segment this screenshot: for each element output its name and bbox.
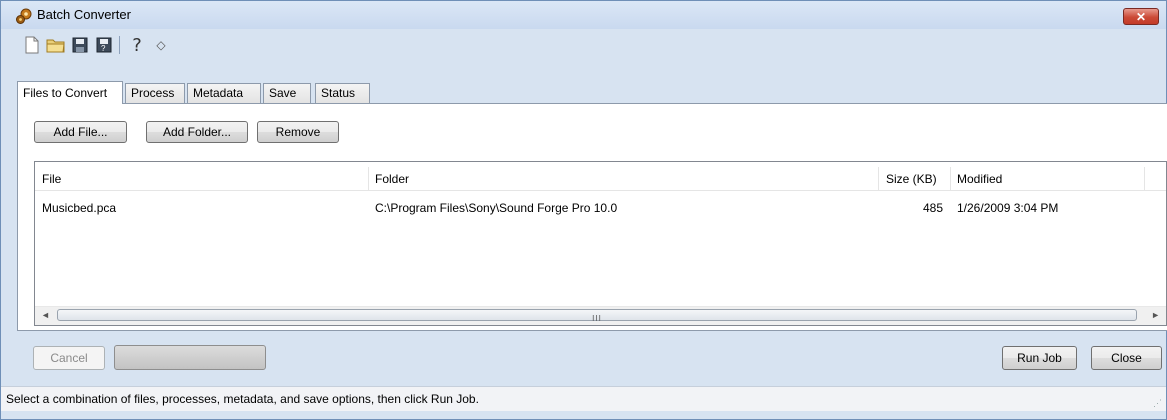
column-header-modified[interactable]: Modified — [957, 172, 1002, 186]
column-header-folder[interactable]: Folder — [375, 172, 409, 186]
folder-cell: C:\Program Files\Sony\Sound Forge Pro 10… — [375, 201, 618, 215]
save-icon[interactable] — [69, 34, 91, 56]
title-bar: Batch Converter ✕ — [1, 1, 1166, 29]
tab-metadata[interactable]: Metadata — [187, 83, 261, 103]
open-folder-icon[interactable] — [45, 34, 67, 56]
tab-save[interactable]: Save — [263, 83, 311, 103]
cancel-button[interactable]: Cancel — [33, 346, 105, 370]
remove-button[interactable]: Remove — [257, 121, 339, 143]
column-header-size[interactable]: Size (KB) — [886, 172, 937, 186]
toolbar-separator — [119, 36, 120, 54]
horizontal-scrollbar[interactable]: ◄ III ► — [35, 306, 1166, 325]
status-message: Select a combination of files, processes… — [6, 392, 479, 406]
run-job-button[interactable]: Run Job — [1002, 346, 1077, 370]
scrollbar-grip: III — [592, 314, 602, 323]
files-to-convert-panel: Add File... Add Folder... Remove File Fo… — [17, 103, 1167, 331]
table-row[interactable]: Musicbed.pca C:\Program Files\Sony\Sound… — [35, 198, 1166, 218]
scroll-right-icon[interactable]: ► — [1151, 310, 1160, 320]
column-divider[interactable] — [950, 167, 951, 190]
window-title: Batch Converter — [37, 7, 131, 22]
help-icon[interactable]: ? — [126, 34, 148, 56]
add-folder-button[interactable]: Add Folder... — [146, 121, 248, 143]
tab-status[interactable]: Status — [315, 83, 370, 103]
window-close-button[interactable]: ✕ — [1123, 8, 1159, 25]
file-name-cell: Musicbed.pca — [42, 201, 117, 215]
column-header-file[interactable]: File — [42, 172, 61, 186]
new-document-icon[interactable] — [21, 34, 43, 56]
save-as-icon[interactable]: ? — [93, 34, 115, 56]
close-icon: ✕ — [1135, 10, 1147, 24]
scroll-left-icon[interactable]: ◄ — [41, 310, 50, 320]
tab-files-to-convert[interactable]: Files to Convert — [17, 81, 123, 104]
tab-process[interactable]: Process — [125, 83, 185, 103]
close-button[interactable]: Close — [1091, 346, 1162, 370]
svg-text:?: ? — [101, 44, 106, 53]
modified-cell: 1/26/2009 3:04 PM — [957, 201, 1059, 215]
app-gears-icon — [15, 7, 33, 25]
file-list: File Folder Size (KB) Modified Musicbed.… — [34, 161, 1167, 326]
size-cell: 485 — [922, 201, 943, 215]
resize-grip-icon[interactable]: ⋰ — [1153, 398, 1162, 409]
column-divider[interactable] — [1144, 167, 1145, 190]
add-file-button[interactable]: Add File... — [34, 121, 127, 143]
about-icon[interactable]: ◇ — [150, 34, 172, 56]
toolbar: ? ? ◇ — [21, 33, 174, 57]
status-bar: Select a combination of files, processes… — [1, 386, 1166, 411]
scrollbar-thumb[interactable]: III — [57, 309, 1137, 323]
column-divider[interactable] — [368, 167, 369, 190]
progress-bar — [114, 345, 266, 370]
file-list-header: File Folder Size (KB) Modified — [35, 167, 1166, 191]
column-divider[interactable] — [878, 167, 879, 190]
batch-converter-window: Batch Converter ✕ ? ? ◇ Files to Convert… — [0, 0, 1167, 420]
